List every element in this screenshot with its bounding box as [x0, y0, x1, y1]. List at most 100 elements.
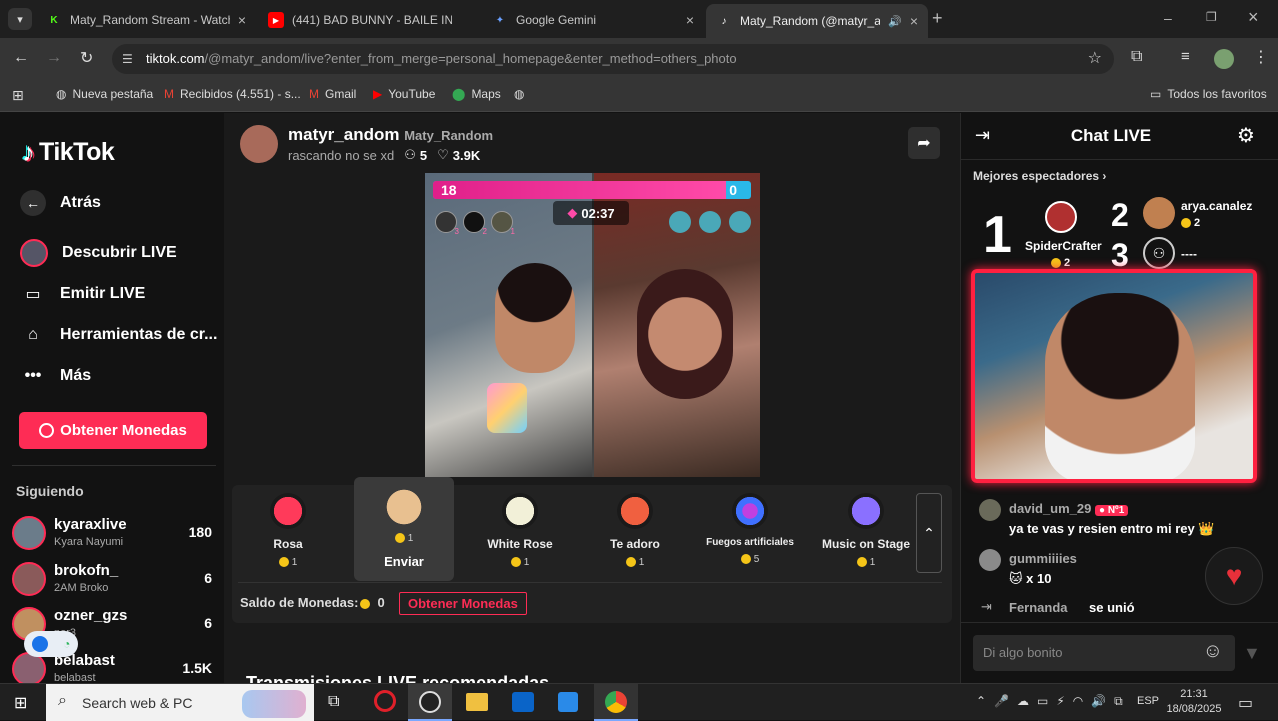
- bookmark-new-tab[interactable]: ◍ Nueva pestaña: [56, 87, 153, 101]
- tray-icons[interactable]: ⌃🎤☁▭⚡◠🔊⧉: [976, 694, 1131, 709]
- url-path: /@matyr_andom/live?enter_from_merge=pers…: [204, 51, 737, 66]
- live-video[interactable]: 18 0 ◆ 02:37 3 2 1: [425, 173, 760, 477]
- chat-input[interactable]: Di algo bonito ☺: [973, 635, 1235, 671]
- supporter-avatars: 3 2 1: [435, 211, 515, 236]
- tab-youtube[interactable]: ▶ (441) BAD BUNNY - BAILE INoL: [258, 6, 480, 34]
- chat-title: Chat LIVE: [1070, 126, 1152, 145]
- site-info-icon[interactable]: ☰: [122, 44, 133, 74]
- rank-2[interactable]: 2 arya.canalez 2: [1111, 197, 1271, 233]
- bookmark-globe[interactable]: ◍: [514, 87, 524, 101]
- gift-selected[interactable]: 1 Enviar: [354, 477, 454, 581]
- like-count: 3.9K: [452, 147, 481, 163]
- maximize-button[interactable]: ❐: [1206, 10, 1217, 24]
- store-icon[interactable]: [558, 692, 578, 712]
- battle-timer: ◆ 02:37: [553, 201, 629, 225]
- gift-te-adoro[interactable]: Te adoro 1: [585, 485, 685, 577]
- nav-discover-live[interactable]: Descubrir LIVE: [20, 239, 177, 267]
- host-username[interactable]: matyr_andom Maty_Random: [288, 125, 493, 145]
- tab-list-button[interactable]: ▾: [8, 8, 32, 30]
- send-gift-button[interactable]: Enviar: [354, 554, 454, 569]
- get-coins-button[interactable]: Obtener Monedas: [19, 412, 207, 449]
- avatar: [979, 549, 1001, 571]
- reload-icon[interactable]: ↻: [80, 48, 93, 68]
- gift-rose[interactable]: Rosa 1: [238, 485, 338, 577]
- back-icon[interactable]: ←: [13, 49, 29, 67]
- outlook-icon[interactable]: [512, 692, 534, 712]
- language-indicator[interactable]: ESP: [1137, 695, 1159, 707]
- extensions-icon[interactable]: ⧉: [1131, 48, 1142, 66]
- gift-music-on-stage[interactable]: Music on Stage 1: [816, 485, 916, 577]
- close-window-button[interactable]: ×: [1248, 7, 1259, 28]
- apps-icon[interactable]: ⊞: [12, 87, 24, 104]
- chat-message[interactable]: david_um_29 ● Nº1 ya te vas y resien ent…: [979, 499, 1269, 539]
- nav-creator-tools[interactable]: ⌂ Herramientas de cr...: [20, 326, 217, 344]
- opera-icon[interactable]: [374, 690, 396, 712]
- tab-kick[interactable]: K Maty_Random Stream - Watch ×: [36, 6, 256, 34]
- clock[interactable]: 21:31 18/08/2025: [1164, 687, 1224, 717]
- search-icon: ⌕: [58, 692, 67, 709]
- rank-badge: ● Nº1: [1095, 505, 1129, 516]
- notifications-icon[interactable]: ▭: [1238, 693, 1253, 713]
- seat-icon: [729, 211, 751, 233]
- maps-icon: ⬤: [452, 87, 466, 101]
- more-icon: •••: [24, 367, 42, 384]
- bookmark-maps[interactable]: ⬤ Maps: [452, 87, 501, 101]
- gift-fireworks[interactable]: Fuegos artificiales 5: [700, 485, 800, 577]
- back-button[interactable]: ← Atrás: [20, 190, 101, 216]
- join-icon: ⇥: [981, 599, 992, 614]
- recommended-title: Transmisiones LIVE recomendadas: [246, 673, 550, 683]
- bookmark-inbox[interactable]: M Recibidos (4.551) - s...: [164, 87, 301, 101]
- tab-gemini[interactable]: ✦ Google Gemini ×: [482, 6, 704, 34]
- all-bookmarks[interactable]: ▭ Todos los favoritos: [1150, 87, 1267, 101]
- following-item[interactable]: kyaraxlive Kyara Nayumi 180: [12, 514, 212, 554]
- new-tab-button[interactable]: +: [932, 8, 943, 29]
- windows-start-icon[interactable]: ⊞: [14, 693, 27, 713]
- bookmark-youtube[interactable]: ▶ YouTube: [373, 87, 435, 101]
- chrome-icon[interactable]: [594, 684, 638, 721]
- like-button[interactable]: ♥: [1205, 547, 1263, 605]
- coin-icon: [360, 598, 371, 609]
- profile-avatar[interactable]: [1214, 49, 1234, 69]
- gift-white-rose[interactable]: White Rose 1: [470, 485, 570, 577]
- obs-icon[interactable]: [408, 684, 452, 721]
- settings-icon[interactable]: ⚙: [1237, 123, 1255, 148]
- tiktok-icon: ♪: [22, 137, 35, 167]
- rank-3[interactable]: 3 ⚇ ----: [1111, 237, 1271, 273]
- emoji-icon[interactable]: ☺: [1203, 640, 1223, 663]
- forward-icon[interactable]: →: [46, 49, 62, 67]
- guest-face: [637, 269, 733, 399]
- live-main: matyr_andom Maty_Random rascando no se x…: [224, 113, 960, 683]
- divider: [238, 582, 942, 583]
- tab-tiktok[interactable]: ♪ Maty_Random (@matyr_an 🔊 ×: [706, 4, 928, 38]
- coin-balance: Saldo de Monedas: 0: [240, 595, 385, 610]
- task-view-icon[interactable]: ⧉: [328, 693, 339, 711]
- menu-icon[interactable]: ⋮: [1253, 47, 1269, 67]
- minimize-button[interactable]: –: [1164, 10, 1172, 26]
- file-explorer-icon[interactable]: [466, 693, 488, 711]
- star-icon[interactable]: ☆: [1088, 44, 1102, 74]
- globe-icon: ◍: [56, 87, 67, 101]
- close-icon[interactable]: ×: [910, 13, 918, 29]
- camera-icon: ▭: [25, 286, 41, 303]
- speaker-icon[interactable]: 🔊: [888, 15, 902, 28]
- get-coins-link[interactable]: Obtener Monedas: [399, 592, 527, 615]
- nav-go-live[interactable]: ▭ Emitir LIVE: [20, 284, 145, 304]
- tiktok-logo[interactable]: ♪ TikTok: [22, 137, 115, 168]
- following-item[interactable]: brokofn_ 2AM Broko 6: [12, 560, 212, 600]
- media-control-icon[interactable]: ≡: [1181, 48, 1190, 65]
- close-icon[interactable]: ×: [686, 12, 694, 28]
- url-host: tiktok.com: [146, 51, 205, 66]
- close-icon[interactable]: ×: [238, 12, 246, 28]
- expand-gifts-button[interactable]: ⌃: [916, 493, 942, 573]
- floating-widget[interactable]: ◔: [24, 631, 78, 657]
- kick-icon: K: [50, 14, 58, 26]
- send-icon[interactable]: ▼: [1243, 643, 1261, 664]
- share-button[interactable]: ➦: [908, 127, 940, 159]
- rank-1[interactable]: 1 SpiderCrafter 2: [983, 199, 1103, 269]
- nav-more[interactable]: ••• Más: [20, 367, 92, 385]
- taskbar-search[interactable]: ⌕ Search web & PC: [46, 684, 314, 721]
- bookmark-gmail[interactable]: M Gmail: [309, 87, 356, 101]
- top-viewers-link[interactable]: Mejores espectadores ›: [973, 169, 1106, 183]
- host-avatar[interactable]: [240, 125, 278, 163]
- address-bar[interactable]: ☰ tiktok.com/@matyr_andom/live?enter_fro…: [112, 44, 1114, 74]
